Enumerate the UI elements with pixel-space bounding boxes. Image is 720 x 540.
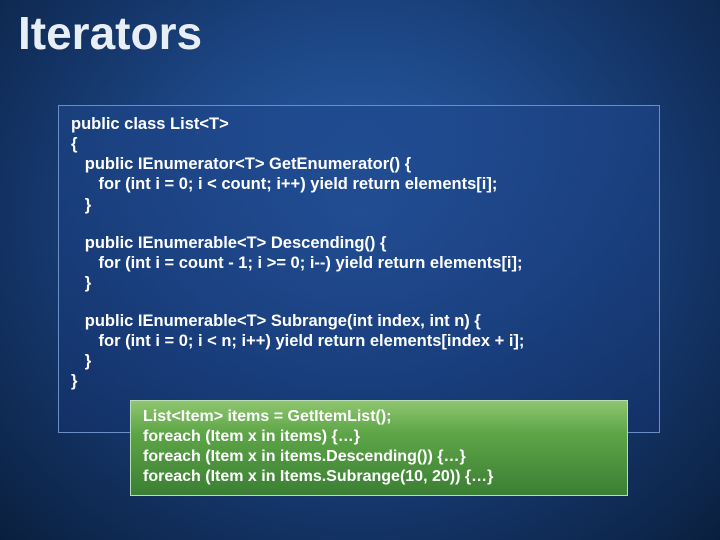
code-line: public IEnumerable<T> Descending() { — [71, 233, 647, 253]
snippet-line: foreach (Item x in items) {…} — [143, 427, 615, 447]
code-line: public IEnumerable<T> Subrange(int index… — [71, 311, 647, 331]
slide: Iterators public class List<T> { public … — [0, 0, 720, 540]
code-box-main: public class List<T> { public IEnumerato… — [58, 105, 660, 433]
blank-line — [71, 293, 647, 311]
blank-line — [71, 215, 647, 233]
code-line: public IEnumerator<T> GetEnumerator() { — [71, 154, 647, 174]
code-line: } — [71, 195, 647, 215]
code-line: } — [71, 351, 647, 371]
code-line: { — [71, 134, 647, 154]
snippet-line: List<Item> items = GetItemList(); — [143, 407, 615, 427]
code-line: for (int i = 0; i < count; i++) yield re… — [71, 174, 647, 194]
code-line: } — [71, 273, 647, 293]
slide-title: Iterators — [18, 6, 202, 60]
code-line: } — [71, 371, 647, 391]
snippet-line: foreach (Item x in items.Descending()) {… — [143, 447, 615, 467]
code-line: public class List<T> — [71, 114, 647, 134]
code-line: for (int i = 0; i < n; i++) yield return… — [71, 331, 647, 351]
code-box-snippet: List<Item> items = GetItemList(); foreac… — [130, 400, 628, 496]
code-line: for (int i = count - 1; i >= 0; i--) yie… — [71, 253, 647, 273]
snippet-line: foreach (Item x in Items.Subrange(10, 20… — [143, 467, 615, 487]
